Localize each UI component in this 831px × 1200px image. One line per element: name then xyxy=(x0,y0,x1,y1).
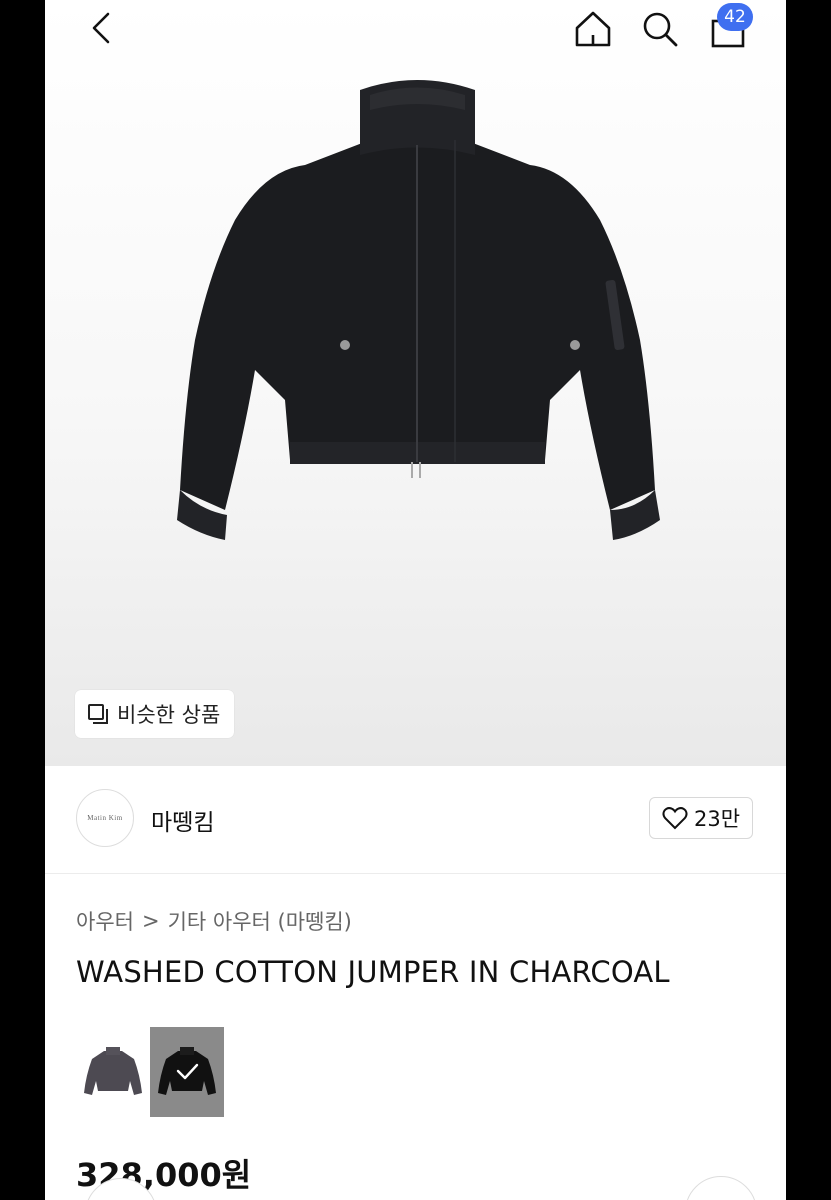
color-option-black[interactable] xyxy=(150,1027,224,1117)
breadcrumb-subcategory[interactable]: 기타 아우터 (마뗑킴) xyxy=(168,906,352,936)
jacket-image xyxy=(177,80,660,540)
top-navigation-bar: 42 xyxy=(45,0,786,62)
breadcrumb-category[interactable]: 아우터 xyxy=(76,906,134,936)
cart-count-badge: 42 xyxy=(717,3,753,31)
similar-products-label: 비슷한 상품 xyxy=(117,703,221,727)
like-count: 23만 xyxy=(693,807,741,831)
home-button[interactable] xyxy=(570,6,616,52)
color-options xyxy=(76,1027,224,1117)
home-icon xyxy=(575,11,611,47)
floating-button-right[interactable] xyxy=(685,1176,757,1200)
store-row[interactable]: Matin Kim 마뗑킴 23만 xyxy=(45,767,786,874)
product-title: WASHED COTTON JUMPER IN CHARCOAL xyxy=(76,955,670,989)
like-button[interactable]: 23만 xyxy=(649,797,753,839)
breadcrumb: 아우터 > 기타 아우터 (마뗑킴) xyxy=(76,906,352,936)
store-name[interactable]: 마뗑킴 xyxy=(151,803,214,837)
store-logo[interactable]: Matin Kim xyxy=(76,789,134,847)
product-screen: 비슷한 상품 42 Matin Kim 마뗑킴 23만 아우터 > 기타 아우터… xyxy=(45,0,786,1200)
search-button[interactable] xyxy=(637,6,683,52)
product-image-area[interactable]: 비슷한 상품 xyxy=(45,0,786,766)
color-option-charcoal[interactable] xyxy=(76,1027,150,1117)
search-icon xyxy=(643,12,678,47)
back-button[interactable] xyxy=(81,8,121,48)
heart-icon xyxy=(662,807,688,830)
breadcrumb-separator: > xyxy=(141,909,160,933)
similar-products-button[interactable]: 비슷한 상품 xyxy=(75,690,235,738)
charcoal-jacket-thumbnail xyxy=(84,1047,142,1095)
check-icon xyxy=(176,1063,199,1080)
similar-icon xyxy=(88,704,108,724)
back-icon xyxy=(92,12,110,44)
